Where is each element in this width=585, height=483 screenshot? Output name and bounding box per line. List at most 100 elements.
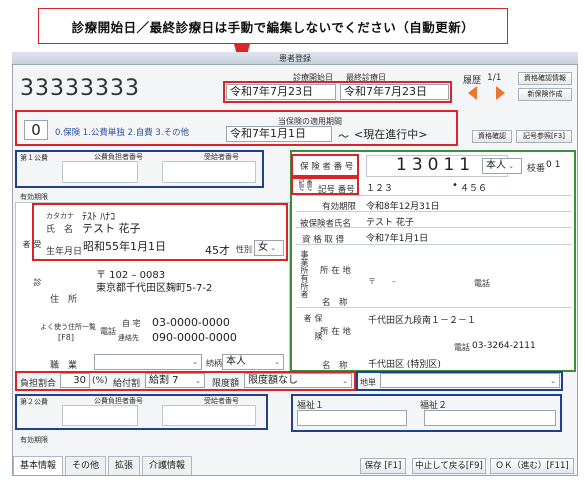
public2-label: 第２公費	[20, 398, 48, 406]
name-label: 氏 名	[46, 225, 74, 235]
burden-unit: (%)	[92, 376, 108, 386]
home-phone[interactable]: 03-0000-0000	[152, 316, 230, 329]
insurance-type-code[interactable]: 0	[24, 120, 48, 140]
employer-addr-label: 所 在 地	[320, 266, 351, 276]
employer-postal[interactable]: 〒 –	[368, 276, 396, 287]
employer-phone-label: 電話	[474, 279, 490, 288]
chevron-down-icon: ⌄	[506, 162, 515, 170]
history-label: 履歴	[463, 76, 482, 86]
period-start-field[interactable]: 令和7年1月1日	[226, 126, 332, 142]
public1-payer-field[interactable]	[62, 161, 138, 183]
employer-divider	[296, 307, 572, 308]
insurer-no-highlight	[291, 154, 359, 177]
address-label: 住 所	[50, 295, 78, 305]
contact-phone[interactable]: 090-0000-0000	[152, 331, 237, 344]
public1-recipient-field[interactable]	[162, 161, 256, 183]
relation-value: 本人	[226, 356, 246, 367]
insured-relation-value: 本人	[486, 160, 506, 171]
job-select[interactable]: ⌄	[94, 354, 202, 370]
insured-relation-select[interactable]: 本人 ⌄	[482, 158, 522, 174]
sex-value: 女	[258, 242, 268, 253]
relation-select[interactable]: 本人 ⌄	[222, 354, 284, 370]
limit-label: 限度額	[212, 379, 240, 389]
burden-rate-field[interactable]: 30	[60, 373, 90, 388]
history-prev-icon[interactable]	[468, 86, 477, 100]
burden-rate-label: 負担割合	[20, 379, 57, 389]
eligibility-info-button[interactable]: 資格確認情報	[518, 72, 572, 85]
birth-label: 生年月日	[46, 247, 83, 257]
window-title: 患者登録	[12, 52, 578, 65]
limit-select[interactable]: 限度額なし ⌄	[244, 373, 352, 388]
ins-name-value[interactable]: 千代田区 (特別区)	[368, 357, 441, 370]
history-next-icon[interactable]	[496, 86, 505, 100]
kigo-dot: •	[452, 180, 458, 191]
acquired-value[interactable]: 令和7年1月1日	[366, 231, 428, 244]
public2-recipient-field[interactable]	[162, 405, 256, 426]
phone-label: 電話	[100, 327, 116, 336]
ins-section-label: 保険者	[303, 314, 323, 350]
bango-value[interactable]: ４５６	[460, 181, 487, 194]
public1-valid-label: 有効期限	[20, 193, 48, 201]
chevron-down-icon: ⌄	[268, 244, 277, 252]
chevron-down-icon: ⌄	[192, 358, 198, 366]
public1-label: 第１公費	[20, 154, 48, 162]
insurer-divider	[296, 211, 572, 212]
employer-section-label: 事業所有所者	[300, 250, 309, 298]
period-end: <現在進行中>	[354, 128, 428, 141]
kigo-value[interactable]: １２３	[366, 181, 393, 194]
tab-extension[interactable]: 拡張	[108, 456, 141, 475]
ins-phone-label: 電話	[454, 343, 470, 352]
cancel-button[interactable]: 中止して戻る[F9]	[412, 458, 486, 474]
tab-care-info[interactable]: 介護情報	[142, 456, 193, 475]
home-label: 自 宅	[122, 319, 141, 328]
new-insurance-button[interactable]: 新保険作成	[518, 88, 572, 101]
branch-label: 枝番	[527, 164, 546, 174]
age-value: 45才	[205, 244, 230, 257]
name-value[interactable]: テスト 花子	[82, 220, 141, 236]
relation-label: 続柄	[206, 359, 222, 368]
chevron-down-icon: ⌄	[550, 377, 556, 385]
history-page: 1/1	[487, 73, 502, 83]
welfare1-field[interactable]	[297, 410, 407, 426]
start-date-field[interactable]: 令和7年7月23日	[226, 84, 336, 100]
benefit-select[interactable]: 給割 7 ⌄	[145, 373, 205, 388]
sex-select[interactable]: 女 ⌄	[254, 240, 284, 256]
ins-addr-label: 所 在 地	[320, 327, 351, 337]
benefit-label: 給付割	[113, 379, 141, 389]
branch-value[interactable]: 01	[546, 160, 563, 170]
eligibility-check-button[interactable]: 資格確認	[472, 130, 512, 143]
patient-id: 33333333	[20, 76, 140, 101]
code-reference-button[interactable]: 記号参照[F3]	[516, 130, 572, 143]
tab-basic-info[interactable]: 基本情報	[13, 456, 64, 475]
insurer-divider	[296, 227, 572, 228]
ins-addr-value[interactable]: 千代田区九段南１－２－１	[368, 313, 476, 326]
area-select[interactable]: ⌄	[380, 373, 560, 388]
insurer-divider	[296, 244, 572, 245]
chevron-down-icon: ⌄	[195, 377, 201, 385]
address-list-key: [F8]	[58, 333, 74, 342]
job-label: 職 業	[50, 361, 78, 371]
kana-label: カタカナ	[46, 212, 74, 220]
tab-other[interactable]: その他	[65, 456, 107, 475]
period-tilde: ～	[338, 130, 349, 143]
chevron-down-icon: ⌄	[342, 377, 348, 385]
insurance-type-options: 0.保険 1.公費単独 2.自費 3.その他	[55, 128, 190, 138]
ok-button[interactable]: ＯＫ（進む）[F11]	[490, 458, 574, 474]
sex-label: 性別	[236, 245, 252, 254]
bango-side-label: 番号	[305, 179, 312, 191]
area-label: 地単	[360, 378, 376, 387]
insurer-divider	[296, 195, 572, 196]
public2-valid-label: 有効期限	[20, 436, 48, 444]
ins-phone-value[interactable]: 03-3264-2111	[472, 341, 536, 351]
contact-label: 連絡先	[118, 334, 139, 342]
ins-name-label: 名 称	[322, 361, 348, 371]
address-value[interactable]: 東京都千代田区麹町5-7-2	[96, 279, 212, 294]
tab-bar: 基本情報 その他 拡張 介護情報	[13, 456, 193, 475]
address-list-label[interactable]: よく使う住所一覧	[40, 322, 96, 332]
public2-payer-field[interactable]	[62, 405, 138, 426]
welfare2-field[interactable]	[424, 410, 556, 426]
last-date-field[interactable]: 令和7年7月23日	[340, 84, 449, 100]
kigo-label: 記号 番号	[318, 185, 355, 195]
save-button[interactable]: 保存 [F1]	[360, 458, 406, 474]
warning-callout-text: 診療開始日／最終診療日は手動で編集しないでください（自動更新）	[71, 19, 475, 35]
